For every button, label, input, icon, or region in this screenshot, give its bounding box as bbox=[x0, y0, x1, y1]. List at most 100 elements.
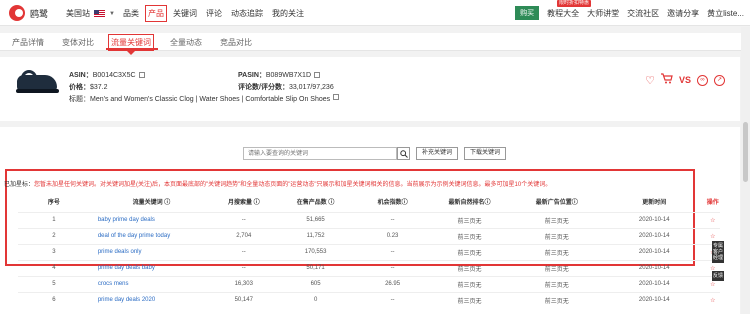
asin-label: ASIN： bbox=[69, 72, 93, 79]
keyword-link[interactable]: crocs mens bbox=[89, 275, 213, 292]
col-organic-rank[interactable]: 最新自然排名ⓘ bbox=[428, 191, 510, 212]
nav-item-keyword[interactable]: 关键词 bbox=[173, 8, 197, 19]
keyword-link[interactable]: prime day deals 2020 bbox=[89, 291, 213, 308]
col-keyword[interactable]: 流量关键词 ⓘ bbox=[90, 191, 213, 212]
nav-right-tutorials[interactable]: 教程大全 bbox=[547, 8, 579, 19]
scrollbar-thumb[interactable] bbox=[743, 122, 748, 182]
nav-item-product[interactable]: 产品 bbox=[145, 5, 167, 22]
updated-time: 2020-10-14 bbox=[602, 291, 706, 308]
nav-item-following[interactable]: 我的关注 bbox=[272, 8, 304, 19]
star-icon[interactable]: ☆ bbox=[705, 211, 720, 228]
keyword-link[interactable]: baby prime day deals bbox=[89, 211, 213, 228]
star-icon[interactable]: ☆ bbox=[705, 291, 720, 308]
title-label: 标题： bbox=[69, 96, 90, 103]
row-index: 1 bbox=[18, 211, 90, 228]
ad-position: 前三页无 bbox=[510, 227, 603, 244]
ad-position: 前三页无 bbox=[510, 259, 603, 276]
scrollbar[interactable] bbox=[741, 27, 750, 314]
col-products-on-sale[interactable]: 在售产品数 ⓘ bbox=[275, 191, 357, 212]
logo[interactable]: 鸥鹭 bbox=[9, 5, 48, 21]
nav-right-invite[interactable]: 邀请分享 bbox=[667, 8, 699, 19]
ad-position: 前三页无 bbox=[510, 243, 603, 260]
row-index: 5 bbox=[18, 275, 90, 292]
download-keyword-button[interactable]: 下载关键词 bbox=[464, 147, 507, 160]
buy-button[interactable]: 购买 bbox=[515, 6, 540, 20]
add-keyword-button[interactable]: 补充关键词 bbox=[416, 147, 459, 160]
col-monthly-search[interactable]: 月搜索量 ⓘ bbox=[213, 191, 275, 212]
user-menu[interactable]: 黄立liste... bbox=[707, 8, 744, 19]
opportunity-index: -- bbox=[356, 243, 429, 260]
keyword-search-input[interactable] bbox=[243, 147, 397, 160]
search-icon[interactable] bbox=[397, 147, 410, 160]
nav-item-tracking[interactable]: 动态追踪 bbox=[231, 8, 263, 19]
nav-item-review[interactable]: 评论 bbox=[206, 8, 222, 19]
monthly-search: 16,303 bbox=[212, 275, 275, 292]
keyword-panel: 补充关键词 下载关键词 已加星标：您暂未加星任何关键词。对关键词加星(关注)后，… bbox=[0, 127, 740, 314]
keyword-table: 序号 流量关键词 ⓘ 月搜索量 ⓘ 在售产品数 ⓘ 机会指数ⓘ 最新自然排名ⓘ … bbox=[18, 191, 720, 308]
updated-time: 2020-10-14 bbox=[602, 243, 706, 260]
organic-rank: 前三页无 bbox=[428, 275, 511, 292]
chevron-down-icon: ▼ bbox=[109, 10, 115, 17]
organic-rank: 前三页无 bbox=[428, 227, 511, 244]
nav-right-community[interactable]: 交流社区 bbox=[627, 8, 659, 19]
review-value: 33,017/97,236 bbox=[288, 84, 334, 91]
tab-product-details[interactable]: 产品详情 bbox=[12, 37, 44, 48]
products-on-sale: 605 bbox=[274, 275, 357, 292]
account-manager-tab[interactable]: 专属客户经理 bbox=[712, 241, 724, 263]
copy-icon[interactable] bbox=[314, 72, 321, 79]
keyword-link[interactable]: prime day deals baby bbox=[89, 259, 213, 276]
heart-icon[interactable]: ♡ bbox=[645, 74, 655, 87]
table-row: 3 prime deals only -- 170,553 -- 前三页无 前三页无 2020… bbox=[18, 243, 720, 260]
top-nav: 鸥鹭 美国站 ▼ 品类 产品 关键词 评论 动态追踪 我的关注 限时折扣特惠 购… bbox=[0, 0, 750, 26]
col-ad-position[interactable]: 最新广告位置ⓘ bbox=[511, 191, 603, 212]
col-opportunity[interactable]: 机会指数ⓘ bbox=[357, 191, 429, 212]
product-actions: ♡ VS ∞ ↗ bbox=[645, 73, 725, 87]
ad-position: 前三页无 bbox=[510, 291, 603, 308]
table-row: 5 crocs mens 16,303 605 26.95 前三页无 前三页无 2020-10… bbox=[18, 275, 720, 292]
products-on-sale: 170,553 bbox=[274, 243, 357, 260]
opportunity-index: -- bbox=[356, 211, 429, 228]
product-card: ASIN：B0014C3X5C PASIN：B089WB7X1D 价格：$37.… bbox=[0, 57, 740, 121]
copy-icon[interactable] bbox=[333, 94, 340, 100]
active-tab-arrow-icon bbox=[127, 51, 135, 55]
nav-item-category[interactable]: 品类 bbox=[123, 8, 139, 19]
active-tab-indicator bbox=[106, 48, 158, 50]
organic-rank: 前三页无 bbox=[428, 243, 511, 260]
tab-competitor-compare[interactable]: 竞品对比 bbox=[220, 37, 252, 48]
monthly-search: -- bbox=[212, 243, 275, 260]
price-label: 价格： bbox=[69, 84, 90, 91]
share-icon[interactable]: ↗ bbox=[714, 74, 725, 86]
col-updated: 更新时间 bbox=[642, 199, 667, 206]
table-row: 4 prime day deals baby -- 50,171 -- 前三页无 前三页无 2… bbox=[18, 259, 720, 276]
products-on-sale: 50,171 bbox=[274, 259, 357, 276]
feedback-tab[interactable]: 反馈 bbox=[712, 271, 724, 281]
opportunity-index: 26.95 bbox=[356, 275, 429, 292]
ad-position: 前三页无 bbox=[510, 275, 603, 292]
updated-time: 2020-10-14 bbox=[602, 227, 706, 244]
nav-right-masterclass[interactable]: 大师讲堂 bbox=[587, 8, 619, 19]
star-hint: 已加星标：您暂未加星任何关键词。对关键词加星(关注)后，本页面最底部的"关键词趋… bbox=[4, 179, 551, 188]
opportunity-index: 0.23 bbox=[356, 227, 429, 244]
products-on-sale: 0 bbox=[274, 291, 357, 308]
keyword-link[interactable]: deal of the day prime today bbox=[89, 227, 213, 244]
tab-full-dynamics[interactable]: 全量动态 bbox=[170, 37, 202, 48]
logo-icon bbox=[9, 5, 25, 21]
row-index: 2 bbox=[18, 227, 90, 244]
copy-icon[interactable] bbox=[138, 72, 145, 79]
table-header-row: 序号 流量关键词 ⓘ 月搜索量 ⓘ 在售产品数 ⓘ 机会指数ⓘ 最新自然排名ⓘ … bbox=[18, 191, 720, 212]
tab-variant-compare[interactable]: 变体对比 bbox=[62, 37, 94, 48]
brand-name: 鸥鹭 bbox=[30, 8, 49, 19]
product-image bbox=[15, 67, 61, 97]
vs-icon[interactable]: VS bbox=[679, 75, 691, 85]
organic-rank: 前三页无 bbox=[428, 211, 511, 228]
monthly-search: -- bbox=[212, 259, 275, 276]
organic-rank: 前三页无 bbox=[428, 291, 511, 308]
tab-traffic-keywords[interactable]: 流量关键词 bbox=[108, 34, 154, 51]
col-actions: 操作 bbox=[706, 199, 719, 206]
site-selector[interactable]: 美国站 ▼ bbox=[66, 8, 115, 19]
table-row: 1 baby prime day deals -- 51,665 -- 前三页无 前三页无 2… bbox=[18, 211, 720, 228]
updated-time: 2020-10-14 bbox=[602, 211, 706, 228]
keyword-link[interactable]: prime deals only bbox=[89, 243, 213, 260]
cart-icon[interactable] bbox=[660, 73, 673, 87]
link-icon[interactable]: ∞ bbox=[697, 74, 708, 86]
